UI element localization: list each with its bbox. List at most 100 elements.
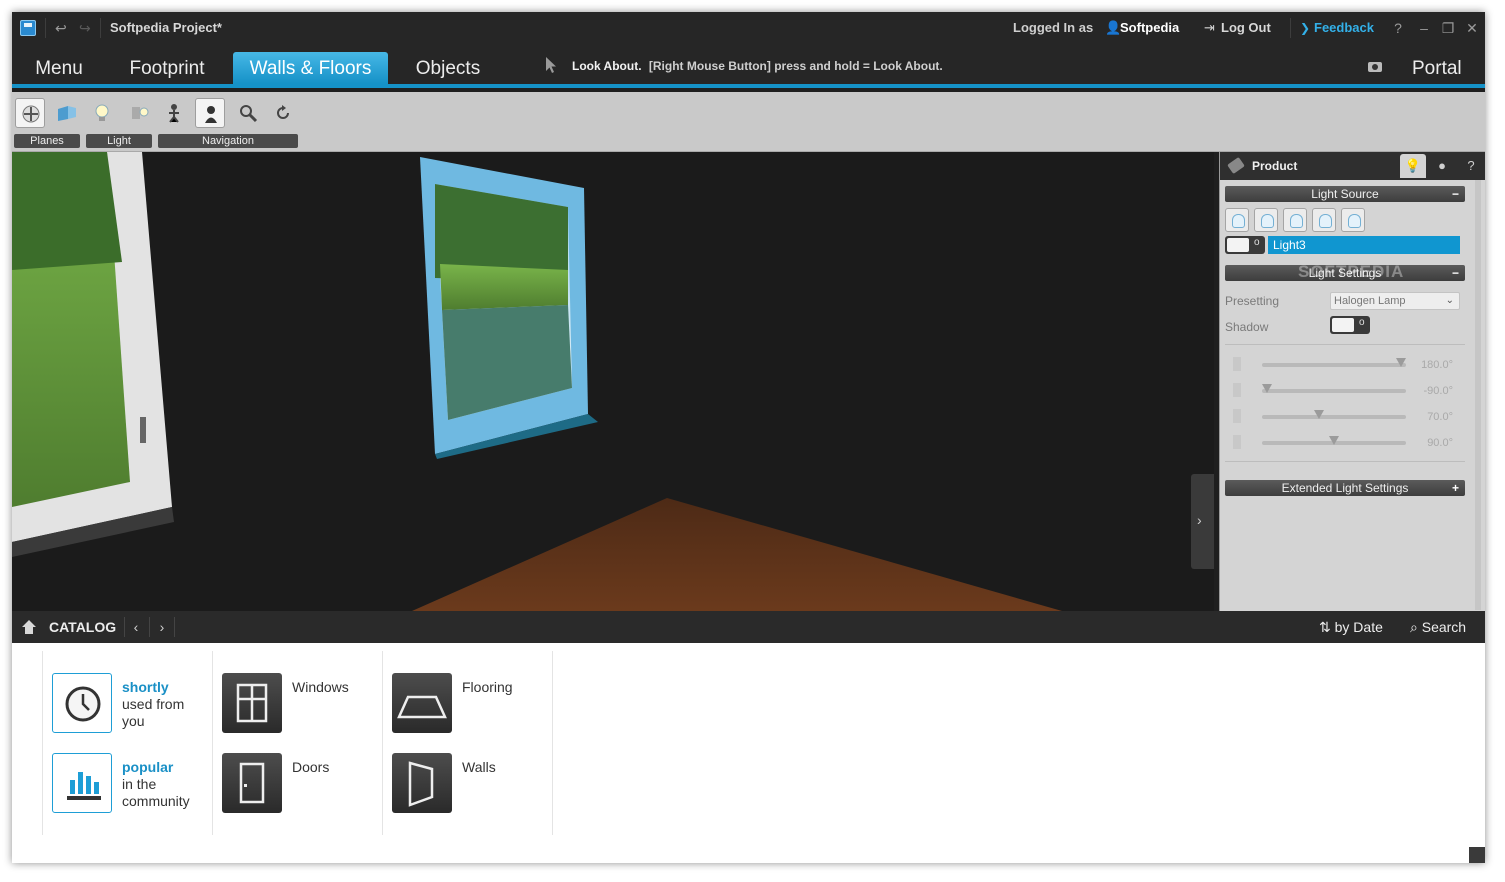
walls-tile[interactable]: [392, 753, 452, 813]
tab-menu[interactable]: Menu: [22, 52, 96, 84]
popular-line1: in the: [122, 776, 157, 792]
walk-icon[interactable]: [159, 98, 189, 128]
tab-material[interactable]: ●: [1429, 154, 1455, 178]
scene-render[interactable]: [12, 152, 1214, 611]
presetting-label: Presetting: [1225, 294, 1280, 308]
shadow-toggle[interactable]: o: [1330, 316, 1370, 334]
wall-edit-icon[interactable]: [51, 98, 81, 128]
beam-angle-icon: [1233, 409, 1249, 423]
tab-walls-floors[interactable]: Walls & Floors: [233, 52, 388, 84]
angle-value: 180.0°: [1421, 359, 1453, 371]
tab-footprint[interactable]: Footprint: [122, 52, 212, 84]
collapse-icon[interactable]: −: [1452, 186, 1459, 202]
windows-tile[interactable]: [222, 673, 282, 733]
angle-slider[interactable]: [1262, 384, 1406, 393]
help-button[interactable]: ?: [1389, 12, 1407, 44]
remove-light-icon[interactable]: [1283, 208, 1307, 232]
project-title: Softpedia Project*: [110, 20, 222, 35]
shadow-label: Shadow: [1225, 320, 1269, 334]
title-separator: [100, 18, 101, 38]
move-light-icon[interactable]: [1312, 208, 1336, 232]
camera-light-icon[interactable]: [1341, 208, 1365, 232]
panel-scrollbar[interactable]: [1475, 180, 1481, 610]
look-about-icon[interactable]: [195, 98, 225, 128]
search-label: Search: [1421, 619, 1467, 635]
home-icon[interactable]: [21, 619, 37, 635]
title-separator: [45, 18, 46, 38]
tab-objects[interactable]: Objects: [408, 52, 488, 84]
title-separator: [1290, 18, 1291, 38]
feedback-link[interactable]: Feedback: [1314, 12, 1374, 44]
tab-help[interactable]: ?: [1458, 154, 1484, 178]
user-icon: 👤: [1105, 20, 1122, 35]
slider-thumb[interactable]: [1329, 436, 1339, 445]
sort-label: by Date: [1334, 619, 1383, 635]
angle-value: 70.0°: [1427, 411, 1453, 423]
3d-viewport[interactable]: ›: [12, 152, 1214, 611]
popular-link[interactable]: popular in the community: [122, 759, 190, 810]
doors-link[interactable]: Doors: [292, 759, 329, 776]
clock-icon: [65, 686, 101, 722]
angle-slider[interactable]: [1262, 410, 1406, 419]
tab-light[interactable]: 💡: [1400, 154, 1426, 178]
walls-link[interactable]: Walls: [462, 759, 496, 776]
move-planes-icon[interactable]: [15, 98, 45, 128]
light-toggle[interactable]: o: [1225, 236, 1265, 254]
toolbar: Planes Light Navigation: [12, 92, 1485, 152]
save-icon[interactable]: [20, 20, 36, 36]
light-strip-icon[interactable]: [1254, 208, 1278, 232]
flooring-tile[interactable]: [392, 673, 452, 733]
angle-slider[interactable]: [1262, 358, 1406, 367]
column-separator: [552, 651, 553, 835]
flooring-link[interactable]: Flooring: [462, 679, 513, 696]
undo-icon[interactable]: ↩: [55, 12, 67, 44]
tag-icon: [1227, 156, 1245, 175]
minimize-icon[interactable]: –: [1415, 12, 1433, 44]
light-source-header[interactable]: Light Source −: [1225, 186, 1465, 202]
sort-by-date-button[interactable]: ⇅ by Date: [1319, 611, 1383, 643]
catalog-next-button[interactable]: ›: [152, 611, 172, 643]
camera-icon[interactable]: [1368, 62, 1382, 72]
app-window: ↩ ↪ Softpedia Project* Logged In as 👤 So…: [12, 12, 1485, 863]
redo-icon[interactable]: ↪: [79, 12, 91, 44]
reset-view-icon[interactable]: [268, 98, 298, 128]
spread-angle-icon: [1233, 435, 1249, 449]
catalog-prev-button[interactable]: ‹: [126, 611, 146, 643]
slider-thumb[interactable]: [1396, 358, 1406, 367]
light-bulb-icon[interactable]: [87, 98, 117, 128]
restore-icon[interactable]: ❐: [1439, 12, 1457, 44]
light-source-title: Light Source: [1311, 187, 1379, 201]
user-name[interactable]: Softpedia: [1120, 12, 1179, 44]
popular-tile[interactable]: [52, 753, 112, 813]
logout-link[interactable]: Log Out: [1221, 12, 1271, 44]
resize-grip-icon[interactable]: [1469, 847, 1485, 863]
zoom-icon[interactable]: [233, 98, 263, 128]
catalog-search-button[interactable]: ⌕ Search: [1410, 611, 1466, 643]
portal-link[interactable]: Portal: [1412, 52, 1462, 86]
logged-in-label: Logged In as: [1013, 20, 1094, 35]
slider-thumb[interactable]: [1314, 410, 1325, 419]
windows-link[interactable]: Windows: [292, 679, 349, 696]
catalog-label: CATALOG: [49, 619, 117, 635]
panel-product-label[interactable]: Product: [1252, 152, 1297, 180]
angle-slider[interactable]: [1262, 436, 1406, 445]
light-list-icon[interactable]: [125, 98, 155, 128]
panel-collapse-button[interactable]: ›: [1191, 474, 1214, 569]
light-list-item[interactable]: Light3: [1268, 236, 1460, 254]
shortly-used-link[interactable]: shortly used from you: [122, 679, 184, 730]
doors-tile[interactable]: [222, 753, 282, 813]
presetting-select[interactable]: Halogen Lamp ⌄: [1330, 292, 1460, 310]
add-light-icon[interactable]: [1225, 208, 1249, 232]
shortly-used-tile[interactable]: [52, 673, 112, 733]
close-icon[interactable]: ✕: [1463, 12, 1481, 44]
logout-icon[interactable]: ⇥: [1204, 12, 1215, 44]
title-bar: ↩ ↪ Softpedia Project* Logged In as 👤 So…: [12, 12, 1485, 44]
slider-thumb[interactable]: [1262, 384, 1272, 393]
window-icon: [236, 683, 268, 723]
expand-icon[interactable]: +: [1452, 480, 1459, 496]
extended-light-settings-header[interactable]: Extended Light Settings +: [1225, 480, 1465, 496]
collapse-icon[interactable]: −: [1452, 265, 1459, 281]
hint-bar: Look About. [Right Mouse Button] press a…: [572, 59, 943, 73]
feedback-arrow-icon: ❯: [1300, 21, 1311, 35]
bar-chart-icon: [67, 772, 101, 800]
